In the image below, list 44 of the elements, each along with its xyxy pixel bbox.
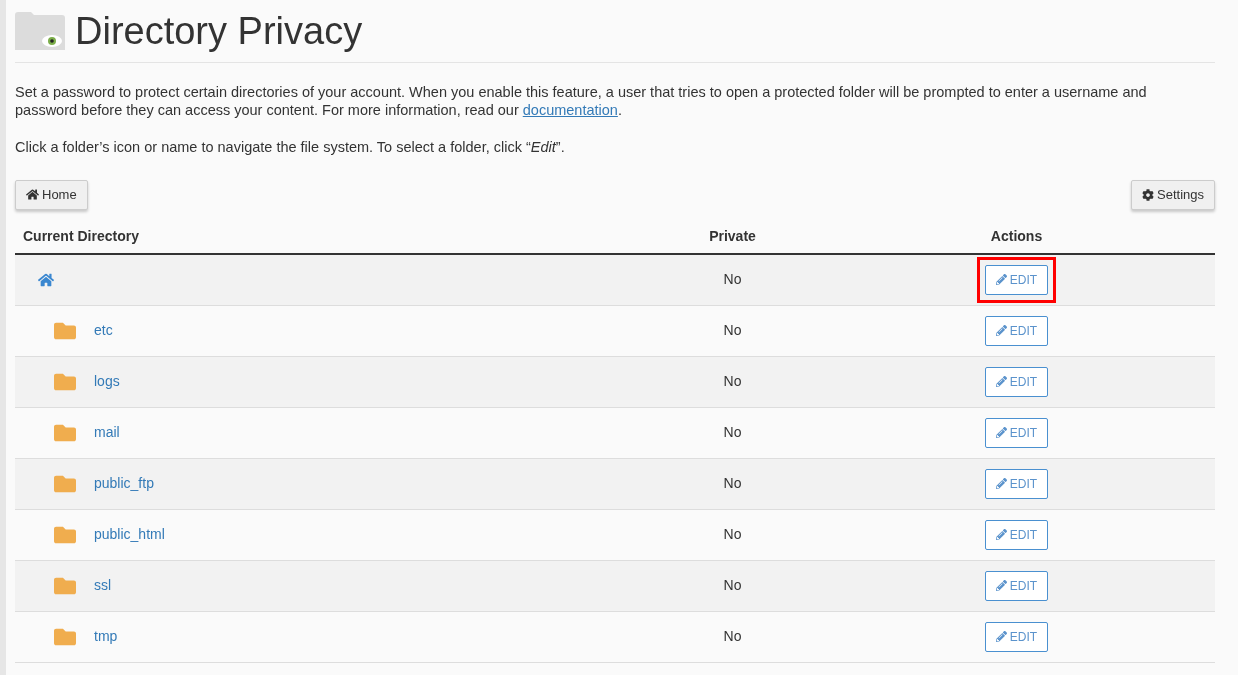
folder-eye-icon bbox=[15, 12, 65, 50]
private-status: No bbox=[722, 627, 743, 647]
pencil-icon bbox=[995, 478, 1007, 490]
edit-button[interactable]: EDIT bbox=[984, 315, 1049, 346]
edit-button[interactable]: EDIT bbox=[984, 264, 1049, 295]
pencil-icon bbox=[995, 631, 1007, 643]
private-status: No bbox=[722, 372, 743, 392]
folder-link[interactable]: ssl bbox=[94, 575, 112, 597]
private-status: No bbox=[722, 321, 743, 341]
edit-button[interactable]: EDIT bbox=[984, 519, 1049, 550]
hint-text: Click a folder’s icon or name to navigate the file system. To select a folder, click “Edit”. bbox=[15, 138, 566, 157]
edit-button[interactable]: EDIT bbox=[984, 366, 1049, 397]
pencil-icon bbox=[995, 274, 1007, 286]
page-title: Directory Privacy bbox=[75, 9, 363, 54]
edit-button[interactable]: EDIT bbox=[984, 417, 1049, 448]
edit-button[interactable]: EDIT bbox=[984, 621, 1049, 652]
settings-icon bbox=[1142, 188, 1154, 201]
folder-link[interactable]: tmp bbox=[94, 626, 118, 648]
intro-text: Set a password to protect certain directories of your account. When you enable this feature, a user that tries to open a protected folder will be prompted to enter a username and password before they can access your content. For more information, read our documentation. bbox=[15, 83, 1148, 119]
private-status: No bbox=[722, 576, 743, 596]
column-header: Private bbox=[708, 227, 757, 247]
folder-link[interactable]: logs bbox=[94, 371, 120, 393]
column-header: Current Directory bbox=[22, 227, 140, 247]
private-status: No bbox=[722, 474, 743, 494]
folder-link[interactable]: mail bbox=[94, 422, 120, 444]
home-button[interactable]: Home bbox=[15, 179, 88, 210]
private-status: No bbox=[722, 525, 743, 545]
settings-button[interactable]: Settings bbox=[1131, 179, 1215, 210]
pencil-icon bbox=[995, 427, 1007, 439]
private-status: No bbox=[722, 270, 743, 290]
folder-link[interactable]: etc bbox=[94, 320, 113, 342]
private-status: No bbox=[722, 423, 743, 443]
home-icon[interactable] bbox=[38, 271, 54, 288]
column-header: Actions bbox=[989, 227, 1044, 247]
folder-link[interactable]: public_ftp bbox=[94, 473, 154, 495]
edit-button[interactable]: EDIT bbox=[984, 570, 1049, 601]
edit-button[interactable]: EDIT bbox=[984, 468, 1049, 499]
documentation-link[interactable]: documentation bbox=[522, 102, 618, 118]
pencil-icon bbox=[995, 580, 1007, 592]
pencil-icon bbox=[995, 376, 1007, 388]
folder-link[interactable]: public_html bbox=[94, 524, 165, 546]
home-icon bbox=[26, 188, 39, 202]
pencil-icon bbox=[995, 325, 1007, 337]
pencil-icon bbox=[995, 529, 1007, 541]
